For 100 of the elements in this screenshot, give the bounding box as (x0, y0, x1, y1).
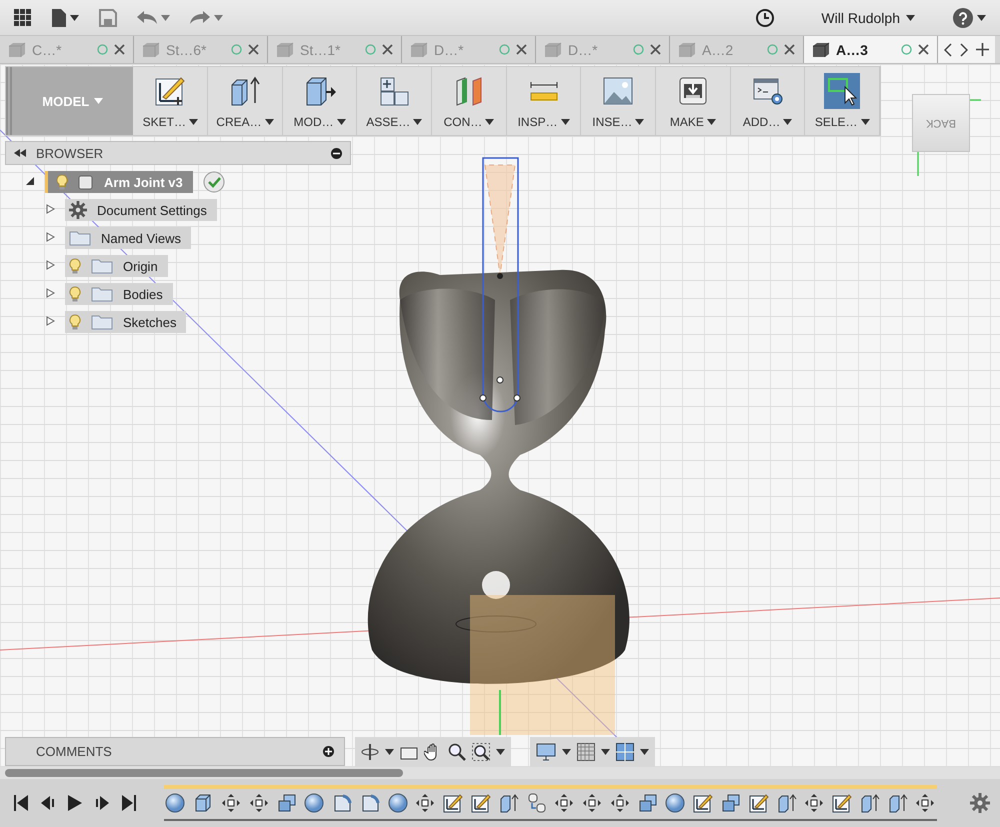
plus-icon[interactable] (976, 43, 989, 56)
viewports-icon[interactable] (616, 743, 634, 761)
select-arrow-icon (826, 75, 858, 107)
timeline-feature[interactable] (220, 791, 242, 814)
close-icon[interactable] (784, 44, 795, 55)
collapse-arrows-icon[interactable] (14, 149, 26, 157)
user-menu-button[interactable]: Will Rudolph (817, 8, 919, 28)
caret-icon (496, 749, 505, 755)
toolbar-tool-button[interactable]: MAKE (656, 67, 731, 135)
settings-icon[interactable] (970, 793, 990, 813)
overlapping-boxes-icon (721, 792, 742, 812)
document-icon (52, 8, 66, 26)
timeline-feature[interactable] (802, 791, 826, 814)
grid-icon[interactable] (577, 743, 595, 761)
caret-icon (562, 749, 571, 755)
timeline-feature[interactable] (414, 791, 437, 814)
redo-button[interactable] (188, 8, 225, 26)
box-icon (193, 792, 214, 812)
toolbar-tool-button[interactable]: MOD… (282, 67, 358, 135)
monitor-icon[interactable] (536, 743, 556, 761)
document-tab[interactable]: A…3 (804, 36, 938, 63)
orbit-icon[interactable] (361, 743, 379, 761)
toolbar-tool-button[interactable]: SKET… (133, 67, 208, 135)
extrude-icon (228, 75, 261, 107)
close-icon[interactable] (248, 44, 259, 55)
timeline-feature[interactable] (580, 791, 604, 814)
caret-icon (214, 14, 223, 20)
zoom-window-icon[interactable] (472, 743, 490, 761)
overlapping-boxes-icon (638, 792, 658, 812)
cube-icon (812, 42, 830, 58)
timeline-feature[interactable] (386, 791, 410, 814)
skip-to-start-icon[interactable] (14, 795, 28, 811)
toolbar-tool-button[interactable]: ADD… (730, 67, 806, 135)
caret-icon (601, 749, 610, 755)
caret-icon (385, 749, 394, 755)
grid-icon (14, 8, 32, 26)
chevron-right-icon[interactable] (960, 42, 968, 56)
redo-arrow-icon (190, 10, 210, 24)
play-icon[interactable] (68, 795, 82, 811)
timeline-feature[interactable] (302, 791, 326, 814)
settings-icon[interactable] (69, 201, 87, 219)
add-icon[interactable] (323, 746, 334, 757)
tree-node[interactable]: Bodies (65, 283, 173, 305)
cube-icon (410, 42, 428, 58)
apps-grid-button[interactable] (12, 6, 34, 28)
expand-arrow-icon[interactable] (45, 232, 55, 242)
joint-icon (526, 792, 547, 812)
chevron-left-icon[interactable] (944, 42, 952, 56)
save-button[interactable] (97, 6, 119, 28)
sphere-icon (304, 792, 324, 812)
move-arrows-icon (220, 792, 241, 812)
caret-icon (977, 14, 986, 20)
timeline-feature[interactable] (608, 791, 632, 814)
expand-arrow-icon[interactable] (45, 288, 55, 298)
undo-button[interactable] (135, 8, 172, 26)
expand-arrow-icon[interactable] (45, 260, 55, 270)
toolbar-tool-button[interactable]: INSE… (581, 67, 656, 135)
toolbar-tool-button[interactable]: CREA… (208, 67, 283, 135)
body-icon (78, 174, 94, 190)
step-back-icon[interactable] (40, 795, 56, 811)
clock-icon (755, 8, 776, 28)
close-icon[interactable] (650, 44, 661, 55)
timeline-feature[interactable] (164, 791, 187, 814)
step-forward-icon[interactable] (94, 795, 110, 811)
rounded-box-icon (360, 792, 380, 812)
lightbulb-icon[interactable] (56, 174, 68, 190)
undo-arrow-icon (137, 10, 157, 24)
close-icon[interactable] (918, 44, 929, 55)
timeline-feature[interactable] (914, 791, 937, 814)
help-button[interactable] (951, 6, 988, 30)
extrude-icon (860, 792, 880, 812)
file-menu-button[interactable] (50, 6, 81, 28)
expand-arrow-icon[interactable] (45, 204, 55, 214)
tree-node[interactable]: Sketches (65, 311, 186, 333)
close-icon[interactable] (516, 44, 527, 55)
skip-to-end-icon[interactable] (122, 795, 136, 811)
toolbar-tool-button[interactable]: SELE… (805, 67, 880, 135)
folder-icon (91, 314, 113, 330)
expand-arrow-icon[interactable] (25, 176, 35, 186)
toolbar-tool-button[interactable]: ASSE… (357, 67, 432, 135)
move-arrows-icon (415, 792, 436, 812)
close-icon[interactable] (114, 44, 125, 55)
timeline-feature[interactable] (664, 791, 687, 814)
toolbar-tool-button[interactable]: INSP… (506, 67, 582, 135)
sketch-pencil-icon (832, 792, 852, 812)
tree-node[interactable]: Origin (65, 255, 168, 277)
caret-icon (560, 119, 570, 125)
timeline-feature[interactable] (552, 791, 576, 814)
check-badge-icon (202, 171, 225, 193)
toolbar-tool-button[interactable]: CON… (432, 67, 507, 135)
minimize-icon[interactable] (331, 148, 342, 158)
caret-icon (70, 14, 79, 20)
tree-node[interactable]: Document Settings (65, 199, 217, 221)
expand-arrow-icon[interactable] (45, 316, 55, 326)
close-icon[interactable] (382, 44, 393, 55)
move-arrows-icon (610, 792, 630, 812)
scrollbar-thumb[interactable] (5, 769, 403, 777)
caret-icon (264, 119, 274, 125)
zoom-icon[interactable] (448, 743, 466, 761)
tree-node[interactable]: Named Views (65, 227, 191, 249)
